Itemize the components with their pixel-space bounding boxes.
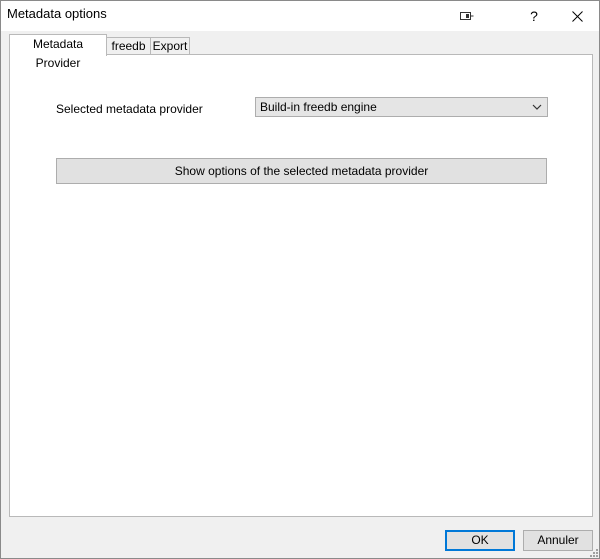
show-provider-options-button[interactable]: Show options of the selected metadata pr…: [56, 158, 547, 184]
pin-window-icon: [460, 12, 474, 20]
close-icon: [571, 10, 583, 22]
chevron-down-icon: [532, 104, 542, 110]
title-bar: Metadata options ?: [1, 1, 599, 31]
tab-panel: Selected metadata provider Build-in free…: [9, 54, 593, 517]
help-label: ?: [530, 8, 538, 24]
tab-label: Metadata Provider: [32, 37, 84, 70]
help-button[interactable]: ?: [512, 1, 556, 31]
provider-selected-value: Build-in freedb engine: [260, 100, 377, 114]
tab-label: freedb: [111, 39, 146, 53]
pin-window-button[interactable]: [445, 1, 489, 31]
ok-button[interactable]: OK: [445, 530, 515, 551]
tab-metadata-provider[interactable]: Metadata Provider: [9, 34, 107, 70]
close-button[interactable]: [555, 1, 599, 31]
provider-dropdown[interactable]: Build-in freedb engine: [255, 97, 548, 117]
cancel-label: Annuler: [537, 533, 579, 547]
show-provider-options-label: Show options of the selected metadata pr…: [174, 164, 429, 178]
tab-label: Export: [152, 39, 188, 53]
tab-export[interactable]: Export: [150, 37, 190, 55]
dialog-window: Metadata options ? Metadata Provider fre…: [0, 0, 600, 559]
tab-freedb[interactable]: freedb: [106, 37, 151, 55]
provider-label: Selected metadata provider: [56, 102, 203, 116]
cancel-button[interactable]: Annuler: [523, 530, 593, 551]
ok-label: OK: [471, 533, 489, 547]
resize-grip-icon[interactable]: [588, 547, 598, 557]
window-title: Metadata options: [7, 6, 107, 21]
